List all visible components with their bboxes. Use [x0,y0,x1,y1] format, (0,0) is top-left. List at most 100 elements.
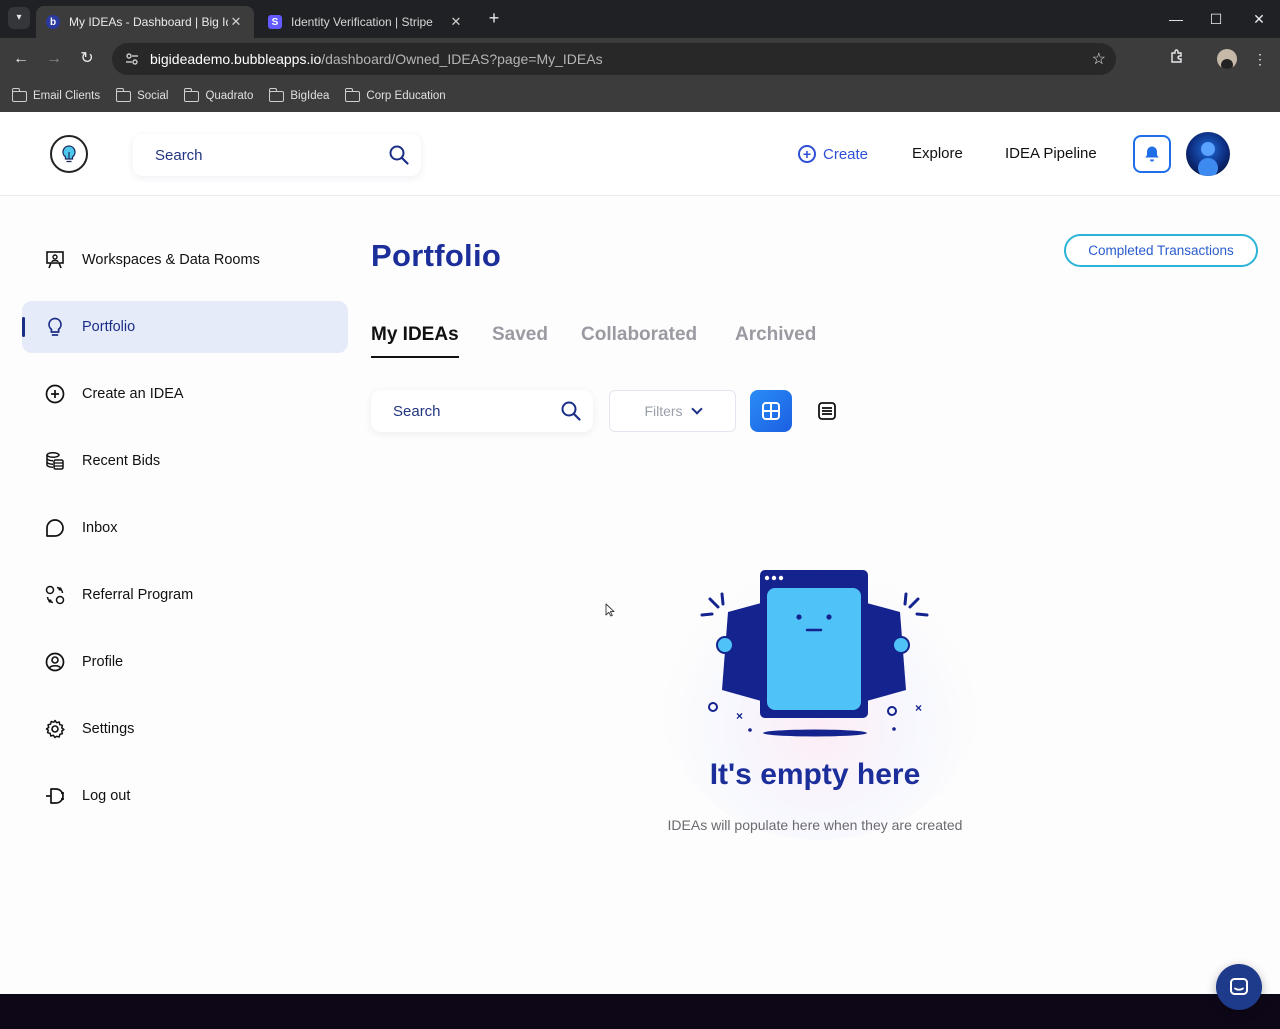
user-circle-icon [45,652,65,672]
folder-icon [268,87,285,102]
bigidea-logo[interactable] [50,135,88,173]
portfolio-search-input[interactable] [393,402,543,420]
chat-icon [46,519,64,537]
site-settings-icon[interactable] [124,51,140,67]
empty-state-title: It's empty here [709,758,921,791]
svg-text:×: × [915,701,922,715]
completed-transactions-button[interactable]: Completed Transactions [1064,234,1258,267]
list-view-button[interactable] [806,390,848,432]
reload-icon[interactable]: ↻ [76,48,98,70]
folder-icon [115,87,132,102]
forward-arrow-icon[interactable]: → [43,48,65,70]
header-search-input[interactable] [155,146,375,164]
plus-circle-icon [45,384,65,404]
lightbulb-icon [48,317,62,336]
lightbulb-logo-icon [57,142,81,166]
notifications-button[interactable] [1133,135,1171,173]
header-search-box[interactable] [133,134,421,176]
empty-state-subtitle: IDEAs will populate here when they are c… [667,817,963,833]
sidebar-item-workspaces[interactable]: Workspaces & Data Rooms [22,234,348,286]
sidebar-item-profile[interactable]: Profile [22,636,348,688]
plus-circle-icon: + [798,145,816,163]
filters-dropdown[interactable]: Filters [609,390,736,432]
folder-icon [183,87,200,102]
explore-link[interactable]: Explore [912,145,963,162]
back-arrow-icon[interactable]: ← [10,48,32,70]
tab-search-button[interactable]: ▾ [8,7,30,29]
bottom-bar [0,994,1280,1029]
close-tab-icon[interactable]: ✕ [228,14,244,30]
empty-state-illustration: × × [700,570,929,737]
sidebar-item-label: Log out [82,788,131,804]
sidebar-item-label: Create an IDEA [82,386,184,402]
sidebar-item-portfolio[interactable]: Portfolio [22,301,348,353]
sidebar-item-label: Inbox [82,520,118,536]
list-view-icon [818,402,836,420]
grid-view-icon [762,402,780,420]
url-text: bigideademo.bubbleapps.io/dashboard/Owne… [150,51,603,67]
svg-text:×: × [736,709,743,723]
address-bar[interactable]: bigideademo.bubbleapps.io/dashboard/Owne… [112,43,1116,75]
tab-collaborated[interactable]: Collaborated [581,324,697,346]
tab-title: Identity Verification | Stripe [291,15,433,29]
chat-bubble-icon [1230,978,1248,995]
search-icon[interactable] [560,400,582,422]
search-icon[interactable] [388,144,410,166]
browser-tab-strip: ▾ b My IDEAs - Dashboard | Big Ide ✕ S I… [0,0,1280,38]
gear-icon [45,719,65,739]
referral-icon [45,585,65,605]
folder-icon [344,87,361,102]
more-menu-icon[interactable]: ⋮ [1249,48,1271,70]
sidebar-item-recent-bids[interactable]: Recent Bids [22,435,348,487]
presentation-icon [46,251,64,269]
folder-icon [11,87,27,102]
bookmarks-bar: Email Clients Social Quadrato BigIdea Co… [0,80,1280,112]
new-tab-plus-icon[interactable]: + [484,8,504,28]
browser-toolbar: ← → ↻ bigideademo.bubbleapps.io/dashboar… [0,38,1280,110]
sidebar-item-label: Workspaces & Data Rooms [82,252,260,268]
sidebar-item-logout[interactable]: Log out [22,770,348,822]
sidebar-item-label: Profile [82,654,124,670]
user-avatar[interactable] [1186,132,1230,176]
sidebar-item-settings[interactable]: Settings [22,703,348,755]
bookmark-folder[interactable]: Quadrato [183,87,253,102]
bell-icon [1145,146,1159,162]
coins-icon [46,452,64,470]
sidebar-item-label: Portfolio [82,319,136,335]
tab-title: My IDEAs - Dashboard | Big Ide [69,15,228,29]
tab-my-ideas[interactable]: My IDEAs [371,324,459,358]
tab-archived[interactable]: Archived [735,324,816,346]
window-close-icon[interactable]: ✕ [1249,9,1269,29]
sidebar-item-create-idea[interactable]: Create an IDEA [22,368,348,420]
bookmark-folder[interactable]: Email Clients [11,87,100,102]
logout-icon [46,788,64,804]
maximize-icon[interactable]: ☐ [1206,9,1226,29]
sidebar-item-inbox[interactable]: Inbox [22,502,348,554]
sidebar-item-label: Recent Bids [82,453,161,469]
puzzle-extensions-icon[interactable] [1166,48,1188,70]
sidebar: Workspaces & Data Rooms Portfolio Create… [0,196,360,996]
bookmark-star-icon[interactable]: ☆ [1092,49,1106,69]
browser-tab-stripe[interactable]: S Identity Verification | Stripe ✕ [258,6,474,38]
bookmark-folder[interactable]: Corp Education [344,87,446,102]
sidebar-item-label: Settings [82,721,135,737]
page-title: Portfolio [371,238,502,273]
stripe-favicon-icon: S [268,15,282,29]
create-link[interactable]: + Create [798,145,868,163]
close-tab-icon[interactable]: ✕ [448,14,464,30]
app-header: + Create Explore IDEA Pipeline [0,112,1280,196]
sidebar-item-referral[interactable]: Referral Program [22,569,348,621]
bigidea-favicon-icon: b [46,15,60,29]
bookmark-folder[interactable]: Social [115,87,168,102]
chrome-profile-avatar[interactable] [1217,49,1237,69]
idea-pipeline-link[interactable]: IDEA Pipeline [1005,145,1097,162]
sidebar-item-label: Referral Program [82,587,194,603]
portfolio-search-box[interactable] [371,390,593,432]
chat-support-button[interactable] [1216,964,1262,1010]
grid-view-button[interactable] [750,390,792,432]
minimize-icon[interactable]: — [1166,9,1186,29]
mouse-cursor-icon [605,603,615,617]
browser-tab-active[interactable]: b My IDEAs - Dashboard | Big Ide ✕ [36,6,254,38]
bookmark-folder[interactable]: BigIdea [268,87,329,102]
tab-saved[interactable]: Saved [492,324,548,346]
